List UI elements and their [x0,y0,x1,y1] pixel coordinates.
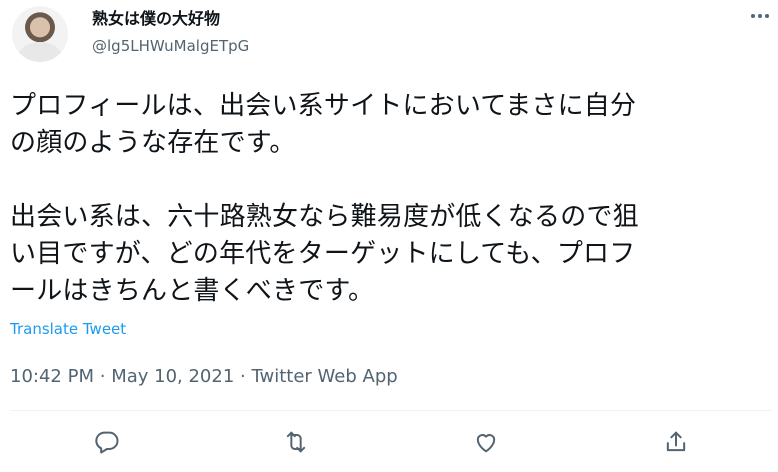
author-handle[interactable]: @lg5LHWuMalgETpG [92,36,249,56]
author-name[interactable]: 熟女は僕の大好物 [92,9,220,29]
like-icon[interactable] [472,428,500,456]
meta-separator: · [240,366,246,387]
avatar-shoulders [18,42,62,62]
share-icon[interactable] [662,428,690,456]
tweet-meta: 10:42 PM · May 10, 2021 · Twitter Web Ap… [10,365,398,389]
translate-tweet-link[interactable]: Translate Tweet [10,320,126,338]
tweet-card: 熟女は僕の大好物 @lg5LHWuMalgETpG プロフィールは、出会い系サイ… [0,0,778,472]
avatar[interactable] [12,6,68,62]
action-bar [0,428,778,458]
divider [10,410,772,411]
retweet-icon[interactable] [282,428,310,456]
tweet-time[interactable]: 10:42 PM [10,366,94,387]
more-icon[interactable] [748,4,772,28]
tweet-text: プロフィールは、出会い系サイトにおいてまさに自分 の顔のような存在です。 出会い… [10,91,639,306]
tweet-date[interactable]: May 10, 2021 [111,366,234,387]
meta-separator: · [99,366,106,387]
reply-icon[interactable] [93,428,121,456]
tweet-source[interactable]: Twitter Web App [251,366,397,387]
